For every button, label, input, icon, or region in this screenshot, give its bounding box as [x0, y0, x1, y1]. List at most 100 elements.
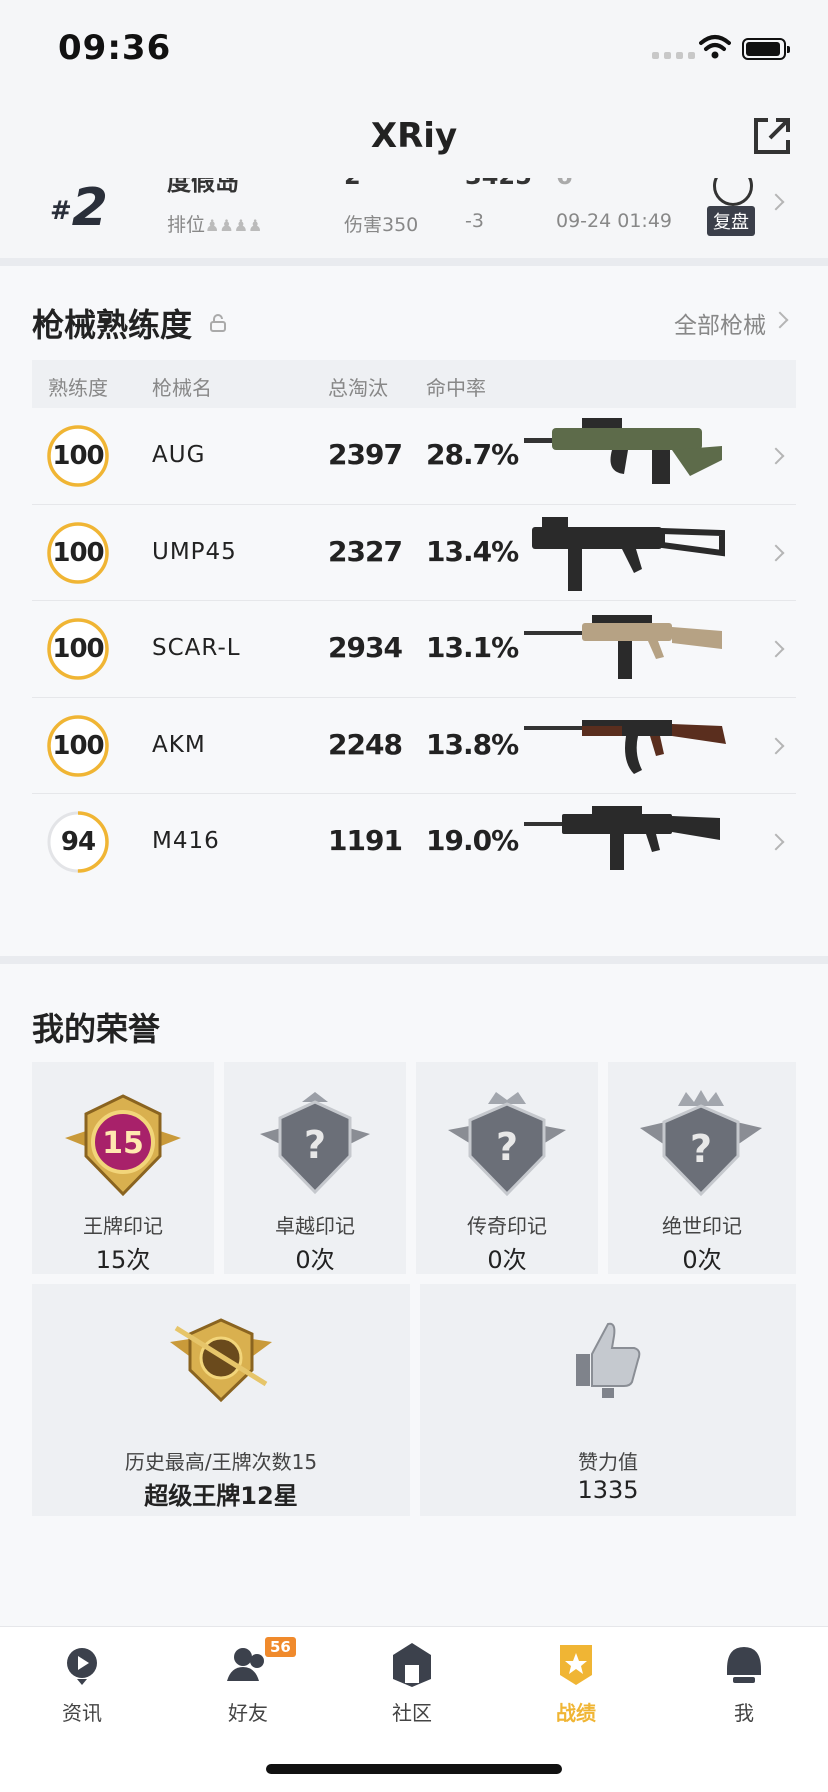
weapon-row[interactable]: 100 UMP45 2327 13.4%: [32, 505, 796, 601]
match-mode-icon: 6: [556, 178, 573, 190]
thumbs-up-icon: [576, 1322, 641, 1398]
tab-label: 资讯: [62, 1701, 102, 1725]
weapon-row[interactable]: 100 AKM 2248 13.8%: [32, 698, 796, 794]
locked-medal-icon: ?: [640, 1090, 762, 1197]
tab-stats[interactable]: 战绩: [516, 1639, 636, 1739]
weapon-row[interactable]: 100 SCAR-L 2934 13.1%: [32, 601, 796, 698]
match-score-delta: -3: [465, 210, 484, 232]
weapon-name: AUG: [152, 442, 206, 469]
home-indicator: [266, 1764, 562, 1774]
honor-value: 0次: [295, 1246, 335, 1274]
honor-value: 0次: [682, 1246, 722, 1274]
match-datetime: 09-24 01:49: [556, 210, 673, 232]
honor-card-ace[interactable]: 15 王牌印记 15次: [32, 1062, 214, 1274]
weapon-accuracy: 13.1%: [426, 631, 519, 665]
match-score: 3425: [465, 178, 532, 190]
likes-label: 赞力值: [578, 1450, 638, 1474]
honor-label: 绝世印记: [662, 1214, 742, 1238]
weapon-row[interactable]: 100 AUG 2397 28.7%: [32, 408, 796, 505]
match-map: 度假岛: [167, 178, 239, 196]
weapon-table-header: 熟练度 枪械名 总淘汰 命中率: [32, 360, 796, 408]
svg-text:15: 15: [102, 1126, 144, 1161]
mastery-value: 100: [52, 634, 104, 665]
weapon-row[interactable]: 94 M416 1191 19.0%: [32, 794, 796, 891]
tab-me[interactable]: 我: [684, 1639, 804, 1739]
svg-text:?: ?: [690, 1127, 712, 1171]
weapon-kills: 2248: [328, 727, 403, 761]
locked-medal-icon: ?: [448, 1092, 566, 1197]
likes-value: 1335: [577, 1476, 639, 1504]
weapon-name: AKM: [152, 731, 206, 758]
page-title: XRiy: [370, 116, 458, 156]
weapon-accuracy: 28.7%: [426, 438, 519, 472]
tab-label: 我: [734, 1701, 754, 1725]
likes-card[interactable]: 赞力值 1335: [420, 1284, 796, 1516]
akm-image: [524, 719, 726, 774]
honor-card-peerless[interactable]: ? 绝世印记 0次: [608, 1062, 796, 1274]
weapon-accuracy: 13.4%: [426, 534, 519, 568]
highest-rank-card[interactable]: 历史最高/王牌次数15 超级王牌12星: [32, 1284, 410, 1516]
share-icon[interactable]: [750, 114, 794, 158]
highest-rank-label: 历史最高/王牌次数15: [124, 1450, 318, 1474]
community-icon: [393, 1643, 431, 1687]
honor-label: 传奇印记: [467, 1214, 547, 1238]
divider: [0, 956, 828, 964]
col-mastery: 熟练度: [48, 376, 108, 400]
title-bar: XRiy: [0, 96, 828, 182]
col-weapon-name: 枪械名: [152, 376, 212, 400]
match-rank: #2: [50, 178, 108, 238]
battery-icon: [742, 38, 790, 60]
honors-section: 我的荣誉 15 王牌印记 15次 ? 卓越印记 0次 ? 传奇印记 0次 ? 绝…: [0, 964, 828, 1626]
honor-label: 卓越印记: [275, 1214, 355, 1238]
tab-label: 好友: [228, 1701, 268, 1725]
svg-text:?: ?: [496, 1125, 518, 1169]
weapon-kills: 2327: [328, 534, 403, 568]
chevron-right-icon: [767, 833, 785, 851]
chevron-right-icon: [767, 447, 785, 465]
honor-label: 王牌印记: [83, 1214, 163, 1238]
news-icon: [67, 1648, 97, 1685]
tab-label: 社区: [392, 1701, 432, 1725]
replay-icon[interactable]: [713, 178, 753, 206]
status-bar: 09:36: [0, 0, 828, 96]
all-weapons-link[interactable]: 全部枪械: [674, 306, 766, 340]
chevron-right-icon: [767, 737, 785, 755]
aug-image: [524, 418, 722, 485]
weapon-kills: 1191: [328, 824, 403, 858]
match-row[interactable]: #2 度假岛 排位♟♟♟♟ 2 伤害350 3425 -3 6 09-24 01…: [0, 178, 828, 258]
honor-card-excellent[interactable]: ? 卓越印记 0次: [224, 1062, 406, 1274]
lock-icon: [210, 314, 226, 332]
col-kills: 总淘汰: [328, 376, 388, 400]
replay-button[interactable]: 复盘: [707, 206, 755, 236]
tab-community[interactable]: 社区: [352, 1639, 472, 1739]
weapon-accuracy: 13.8%: [426, 727, 519, 761]
weapon-kills: 2397: [328, 438, 403, 472]
match-damage: 伤害350: [344, 214, 419, 236]
super-ace-medal-icon: [170, 1318, 272, 1403]
mastery-value: 100: [52, 730, 104, 761]
weapon-kills: 2934: [328, 631, 403, 665]
tab-label: 战绩: [556, 1701, 596, 1725]
friends-badge: 56: [265, 1637, 296, 1657]
chevron-right-icon: [767, 193, 785, 211]
status-time: 09:36: [58, 28, 172, 68]
tab-friends[interactable]: 56 好友: [188, 1637, 308, 1739]
helmet-icon: [727, 1647, 761, 1683]
stats-icon: [560, 1645, 592, 1685]
locked-medal-icon: ?: [260, 1092, 370, 1195]
match-kills: 2: [344, 178, 361, 190]
weapon-name: UMP45: [152, 538, 237, 565]
weapon-name: SCAR-L: [152, 635, 241, 662]
cellular-signal-icon: [652, 52, 695, 59]
scar-l-image: [524, 615, 722, 680]
wifi-icon: [699, 35, 731, 59]
tab-news[interactable]: 资讯: [22, 1639, 142, 1739]
weapon-name: M416: [152, 828, 220, 855]
m416-image: [524, 806, 720, 871]
honor-card-legend[interactable]: ? 传奇印记 0次: [416, 1062, 598, 1274]
honor-value: 15次: [95, 1246, 151, 1274]
honors-title: 我的荣誉: [32, 1010, 161, 1048]
divider: [0, 258, 828, 266]
col-accuracy: 命中率: [426, 376, 486, 400]
chevron-right-icon[interactable]: [771, 311, 789, 329]
